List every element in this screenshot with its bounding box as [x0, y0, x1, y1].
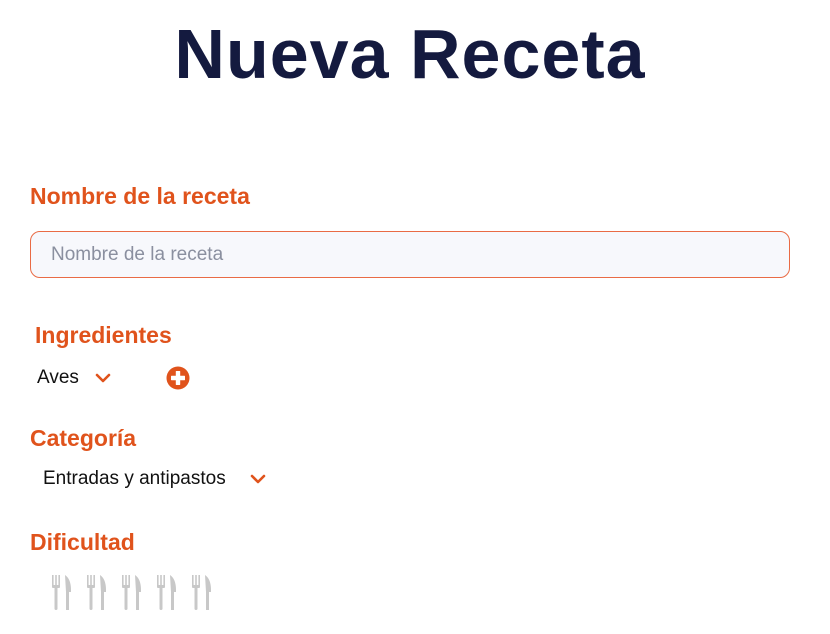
category-label: Categoría [30, 425, 137, 451]
category-select[interactable]: Entradas y antipastos [43, 468, 266, 490]
fork-knife-icon[interactable] [50, 573, 76, 613]
plus-circle-icon[interactable] [166, 366, 190, 390]
ingredients-label: Ingredientes [35, 322, 172, 348]
chevron-down-icon [250, 474, 266, 484]
recipe-name-input[interactable] [30, 231, 790, 278]
fork-knife-icon[interactable] [85, 573, 111, 613]
category-select-value: Entradas y antipastos [43, 468, 226, 489]
page-title: Nueva Receta [174, 15, 646, 93]
difficulty-rating [50, 573, 225, 613]
fork-knife-icon[interactable] [120, 573, 146, 613]
recipe-name-label: Nombre de la receta [30, 183, 250, 209]
fork-knife-icon[interactable] [155, 573, 181, 613]
ingredient-select-value: Aves [37, 367, 79, 388]
difficulty-label: Dificultad [30, 529, 135, 555]
fork-knife-icon[interactable] [190, 573, 216, 613]
ingredient-select[interactable]: Aves [37, 367, 111, 389]
chevron-down-icon [95, 373, 111, 383]
